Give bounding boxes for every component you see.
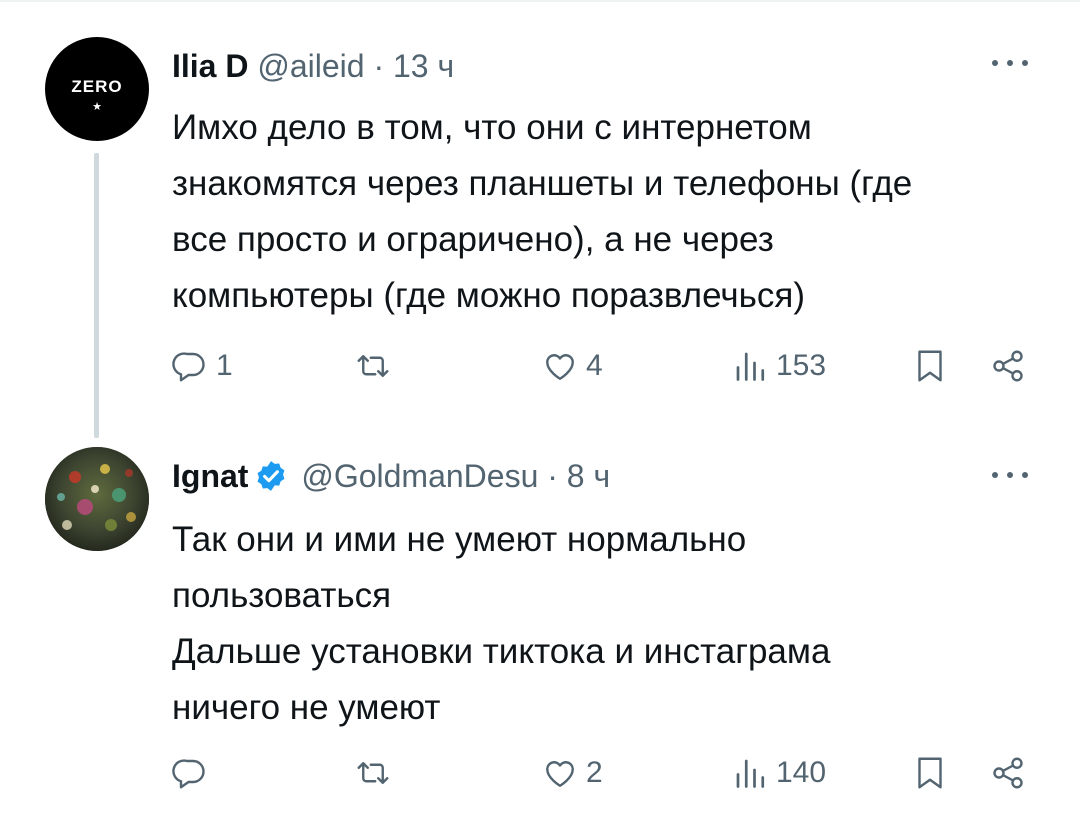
- tweet-text-line: Дальше установки тиктока и инстаграма: [172, 632, 831, 671]
- timestamp[interactable]: 13 ч: [393, 48, 454, 84]
- share-button[interactable]: [990, 342, 1026, 390]
- tweet-1[interactable]: ZERO ★ Ilia D @aileid · 13 ч Имхо дело в…: [0, 30, 1080, 445]
- tweet-text-line: ничего не умеют: [172, 688, 441, 727]
- tweet-2[interactable]: Ignat @GoldmanDesu · 8 ч Так они и ими н…: [0, 442, 1080, 824]
- more-icon[interactable]: [988, 460, 1032, 490]
- top-divider: [0, 0, 1080, 2]
- tweet-text: Так они и ими не умеют нормально пользов…: [172, 512, 1052, 736]
- timestamp[interactable]: 8 ч: [567, 458, 610, 494]
- tweet-header: Ignat @GoldmanDesu · 8 ч: [172, 458, 610, 494]
- avatar-photo: [45, 447, 149, 551]
- like-button[interactable]: 2: [542, 749, 603, 797]
- views-icon: [736, 352, 765, 381]
- bookmark-icon: [918, 757, 942, 789]
- retweet-button[interactable]: [355, 342, 399, 390]
- more-icon[interactable]: [988, 48, 1032, 78]
- action-bar: 2 140: [0, 749, 1080, 797]
- tweet-text-line: все просто и ограричено), а не через: [172, 220, 774, 259]
- views-count: 140: [776, 756, 827, 789]
- tweet-text-line: пользоваться: [172, 576, 392, 615]
- reply-button[interactable]: 1: [172, 342, 233, 390]
- views-count: 153: [776, 349, 827, 382]
- action-bar: 1 4 153: [0, 342, 1080, 390]
- avatar-star: ★: [92, 101, 102, 113]
- handle[interactable]: @GoldmanDesu: [301, 458, 538, 494]
- separator: ·: [547, 458, 558, 494]
- views-button[interactable]: 153: [732, 342, 826, 390]
- retweet-icon: [357, 355, 389, 377]
- tweet-text-line: компьютеры (где можно поразвлечься): [172, 276, 805, 315]
- tweet-text-line: знакомятся через планшеты и телефоны (гд…: [172, 164, 913, 203]
- reply-icon: [172, 352, 205, 382]
- views-icon: [736, 759, 765, 788]
- views-button[interactable]: 140: [732, 749, 826, 797]
- thread-line: [94, 153, 99, 438]
- avatar[interactable]: ZERO ★: [45, 37, 149, 141]
- bookmark-icon: [918, 350, 942, 382]
- display-name[interactable]: Ignat: [172, 458, 248, 494]
- tweet-header: Ilia D @aileid · 13 ч: [172, 48, 454, 84]
- retweet-button[interactable]: [355, 749, 399, 797]
- bookmark-button[interactable]: [912, 749, 948, 797]
- retweet-icon: [357, 762, 389, 784]
- handle[interactable]: @aileid: [257, 48, 364, 84]
- reply-icon: [172, 759, 205, 789]
- share-icon: [993, 757, 1023, 789]
- display-name[interactable]: Ilia D: [172, 48, 248, 84]
- reply-button[interactable]: [172, 749, 216, 797]
- avatar-logo-text: ZERO: [71, 77, 123, 96]
- separator: ·: [373, 48, 385, 84]
- tweet-text-line: Имхо дело в том, что они с интернетом: [172, 108, 812, 147]
- verified-badge-icon[interactable]: [254, 459, 288, 493]
- share-icon: [993, 350, 1023, 382]
- like-count: 2: [586, 756, 603, 789]
- like-count: 4: [586, 349, 603, 382]
- like-button[interactable]: 4: [542, 342, 603, 390]
- reply-count: 1: [216, 349, 233, 382]
- tweet-text-line: Так они и ими не умеют нормально: [172, 520, 747, 559]
- share-button[interactable]: [990, 749, 1026, 797]
- tweet-text: Имхо дело в том, что они с интернетом зн…: [172, 100, 1052, 324]
- bookmark-button[interactable]: [912, 342, 948, 390]
- like-icon: [546, 354, 574, 380]
- avatar[interactable]: [45, 447, 149, 551]
- like-icon: [546, 761, 574, 787]
